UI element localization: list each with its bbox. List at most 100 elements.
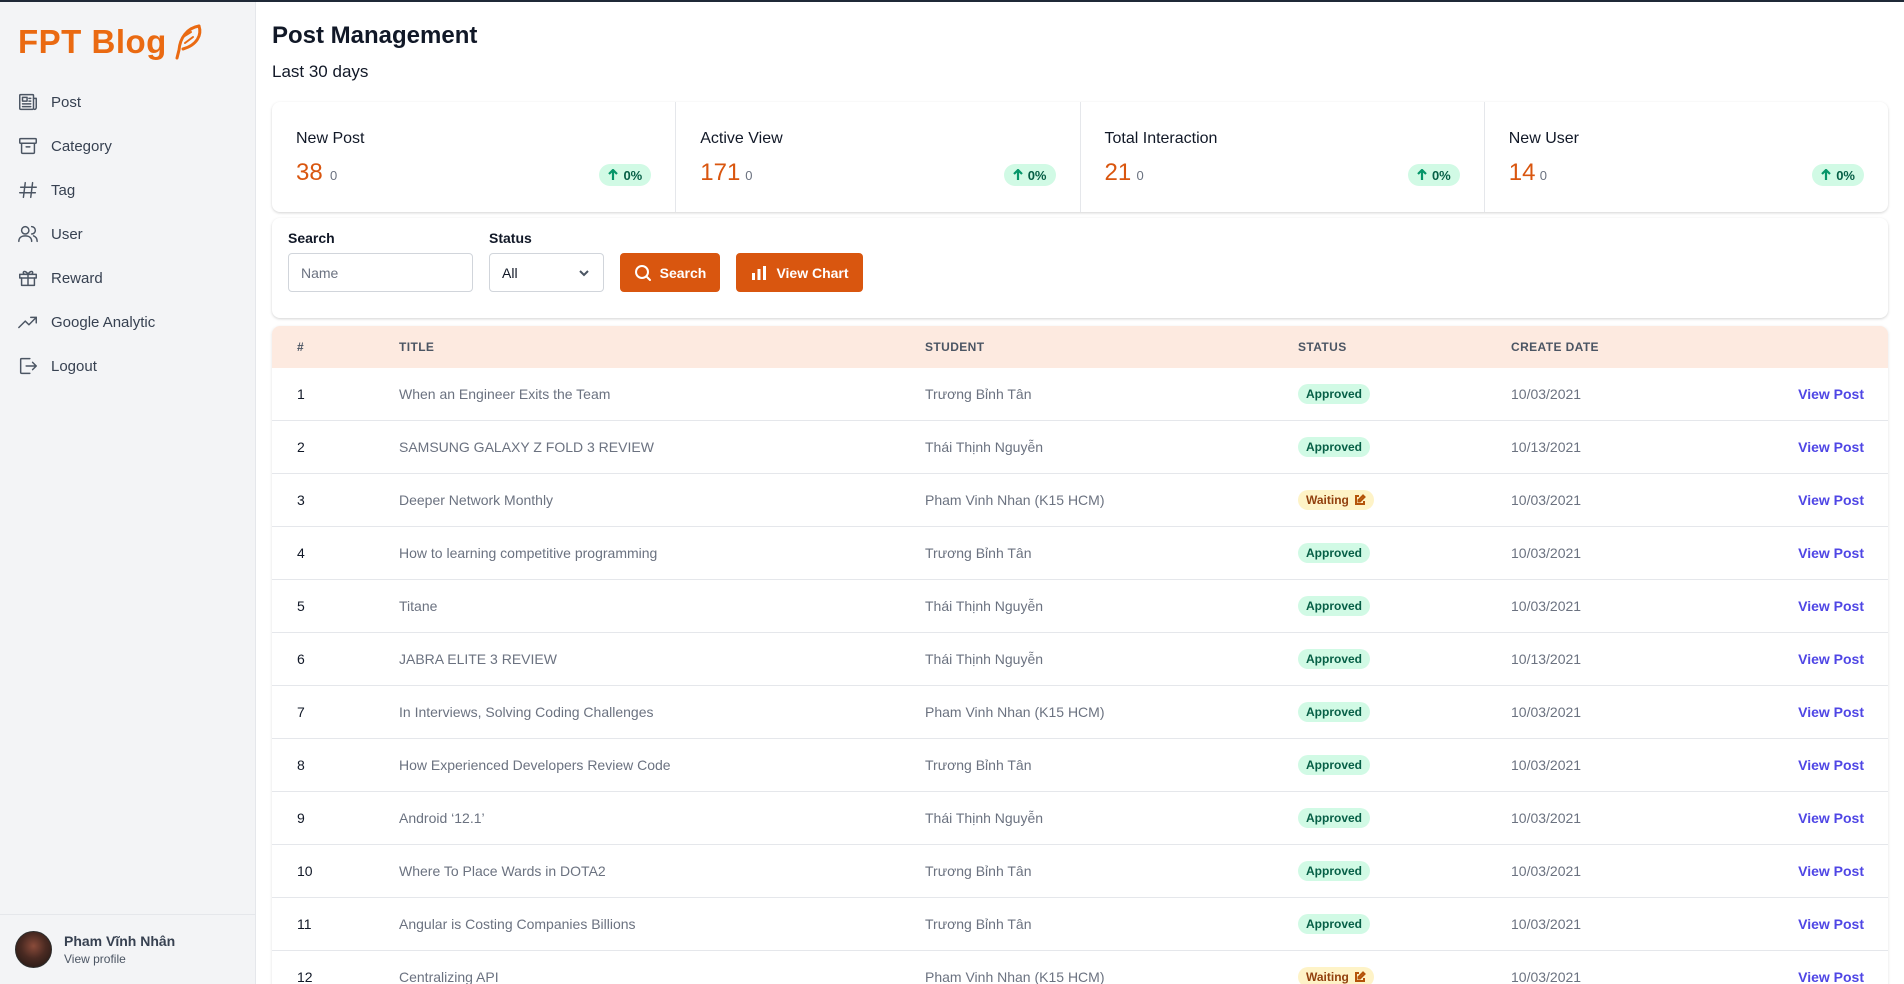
sidebar-item-label: Post [51, 93, 82, 111]
post-title: JABRA ELITE 3 REVIEW [399, 651, 557, 667]
column-header: # [297, 340, 305, 354]
brand-logo[interactable]: FPT Blog [18, 20, 205, 64]
sidebar-item-logout[interactable]: Logout [0, 344, 256, 388]
bar-chart-icon [752, 265, 767, 280]
status-label: Status [489, 230, 532, 246]
stat-value: 171 [700, 159, 741, 186]
edit-icon[interactable] [1354, 971, 1366, 983]
sidebar-item-post[interactable]: Post [0, 80, 256, 124]
arrow-up-icon [1012, 169, 1023, 180]
status-text: Approved [1306, 758, 1363, 772]
sidebar-item-label: Tag [51, 181, 76, 199]
table-row: 12 Centralizing API Pham Vinh Nhan (K15 HC… [272, 951, 1888, 984]
row-number: 9 [297, 810, 305, 826]
table-row: 8 How Experienced Developers Review Code T… [272, 739, 1888, 792]
view-post-link[interactable]: View Post [1798, 704, 1864, 720]
view-profile-link[interactable]: View profile [64, 952, 175, 966]
stat-total-interaction: Total Interaction 21 0 0% [1081, 102, 1485, 212]
sidebar-item-label: Google Analytic [51, 313, 156, 331]
logout-icon [17, 355, 39, 377]
status-cell: Approved [1298, 384, 1371, 404]
post-title: SAMSUNG GALAXY Z FOLD 3 REVIEW [399, 439, 654, 455]
post-title: How Experienced Developers Review Code [399, 757, 671, 773]
stat-previous: 0 [745, 168, 753, 183]
post-title: Android ‘12.1’ [399, 810, 485, 826]
archive-box-icon [17, 135, 39, 157]
sidebar-item-tag[interactable]: Tag [0, 168, 256, 212]
sidebar-item-google-analytic[interactable]: Google Analytic [0, 300, 256, 344]
status-text: Approved [1306, 599, 1363, 613]
row-number: 4 [297, 545, 305, 561]
status-select[interactable]: All [489, 253, 604, 292]
user-profile[interactable]: Pham Vĩnh Nhân View profile [0, 914, 256, 984]
row-number: 1 [297, 386, 305, 402]
sidebar-item-user[interactable]: User [0, 212, 256, 256]
change-value: 0% [1027, 167, 1047, 183]
create-date: 10/03/2021 [1511, 386, 1582, 402]
view-post-link[interactable]: View Post [1798, 545, 1864, 561]
status-badge: Approved [1298, 437, 1371, 457]
view-post-link[interactable]: View Post [1798, 916, 1864, 932]
view-post-link[interactable]: View Post [1798, 598, 1864, 614]
status-cell: Approved [1298, 808, 1371, 828]
change-value: 0% [623, 167, 643, 183]
view-post-link[interactable]: View Post [1798, 757, 1864, 773]
edit-icon[interactable] [1354, 494, 1366, 506]
search-label: Search [288, 230, 335, 246]
view-post-link[interactable]: View Post [1798, 969, 1864, 984]
row-number: 7 [297, 704, 305, 720]
view-post-link[interactable]: View Post [1798, 810, 1864, 826]
sidebar-item-reward[interactable]: Reward [0, 256, 256, 300]
view-post-link[interactable]: View Post [1798, 439, 1864, 455]
student-name: Trương Bỉnh Tân [925, 386, 1032, 402]
row-number: 12 [297, 969, 313, 984]
stat-new-post: New Post 38 0 0% [272, 102, 677, 212]
post-title: Centralizing API [399, 969, 499, 984]
change-value: 0% [1836, 167, 1855, 183]
status-text: Approved [1306, 811, 1363, 825]
stat-previous: 0 [330, 168, 338, 183]
student-name: Trương Bỉnh Tân [925, 545, 1032, 561]
status-badge[interactable]: Waiting [1298, 490, 1374, 510]
stat-active-view: Active View 171 0 0% [676, 102, 1081, 212]
view-chart-label: View Chart [776, 264, 849, 281]
table-row: 11 Angular is Costing Companies Billions T… [272, 898, 1888, 951]
status-badge[interactable]: Waiting [1298, 967, 1374, 984]
create-date: 10/03/2021 [1511, 969, 1582, 984]
status-select-value: All [502, 264, 518, 281]
view-post-link[interactable]: View Post [1798, 651, 1864, 667]
row-number: 8 [297, 757, 305, 773]
sidebar-item-category[interactable]: Category [0, 124, 256, 168]
status-badge: Approved [1298, 808, 1371, 828]
status-text: Waiting [1306, 970, 1349, 984]
search-input[interactable] [288, 253, 473, 292]
view-post-link[interactable]: View Post [1798, 492, 1864, 508]
view-post-link[interactable]: View Post [1798, 863, 1864, 879]
sidebar-item-label: User [51, 225, 83, 243]
column-header: TITLE [399, 340, 435, 354]
table-row: 3 Deeper Network Monthly Pham Vinh Nhan (K… [272, 474, 1888, 527]
status-badge: Approved [1298, 649, 1371, 669]
column-header: CREATE DATE [1511, 340, 1599, 354]
status-cell: Approved [1298, 437, 1371, 457]
search-button[interactable]: Search [620, 253, 720, 292]
search-button-label: Search [659, 264, 707, 281]
column-header: STUDENT [925, 340, 985, 354]
change-badge: 0% [1407, 164, 1460, 186]
avatar[interactable] [15, 931, 52, 968]
create-date: 10/03/2021 [1511, 492, 1582, 508]
view-post-link[interactable]: View Post [1798, 386, 1864, 402]
sidebar: FPT Blog Post Category Tag User Reward G… [0, 2, 256, 984]
status-cell: Approved [1298, 755, 1371, 775]
status-text: Waiting [1306, 493, 1349, 507]
stat-label: Active View [700, 130, 783, 147]
arrow-up-icon [1417, 169, 1427, 180]
users-icon [17, 223, 39, 245]
status-cell: Approved [1298, 596, 1371, 616]
view-chart-button[interactable]: View Chart [736, 253, 863, 292]
feather-icon [175, 24, 202, 60]
status-badge: Approved [1298, 861, 1371, 881]
filter-panel: Search Status All Search View Chart [272, 218, 1888, 318]
page-subtitle: Last 30 days [272, 62, 369, 81]
post-title: When an Engineer Exits the Team [399, 386, 611, 402]
